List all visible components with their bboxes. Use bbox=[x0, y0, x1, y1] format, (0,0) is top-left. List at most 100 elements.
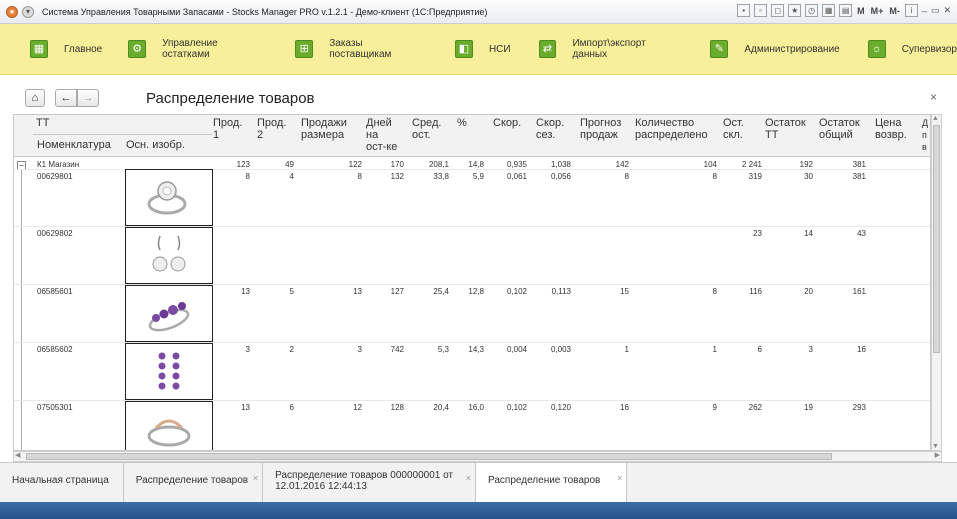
restore-icon[interactable]: ▭ bbox=[931, 5, 940, 16]
table-row-cell[interactable]: 20 bbox=[804, 287, 813, 296]
save-icon[interactable]: ▪ bbox=[737, 4, 751, 17]
product-image[interactable] bbox=[125, 285, 213, 342]
row-code-2[interactable]: 06585601 bbox=[37, 287, 73, 296]
group-row-cell[interactable]: 170 bbox=[391, 160, 404, 169]
table-row-cell[interactable]: 0,003 bbox=[551, 345, 571, 354]
col-nomenclature[interactable]: Номенклатура bbox=[37, 139, 111, 151]
menu-stock[interactable]: ⚙ Управление остатками bbox=[128, 24, 267, 75]
home-button[interactable]: ⌂ bbox=[25, 89, 45, 107]
calendar-icon[interactable]: ▦ bbox=[822, 4, 836, 17]
back-button[interactable]: ← bbox=[55, 89, 77, 107]
memory-plus-button[interactable]: M+ bbox=[870, 6, 885, 16]
col-store-stock[interactable]: Остаток ТТ bbox=[765, 117, 806, 141]
product-image[interactable] bbox=[125, 343, 213, 400]
info-icon[interactable]: i bbox=[904, 4, 918, 17]
preview-icon[interactable]: ◻ bbox=[771, 4, 785, 17]
col-speed-season[interactable]: Скор. сез. bbox=[536, 117, 564, 141]
tab-distribution-doc[interactable]: Распределение товаров 000000001 от 12.01… bbox=[263, 463, 477, 502]
table-row-cell[interactable]: 3 bbox=[246, 345, 250, 354]
table-row-cell[interactable]: 128 bbox=[391, 403, 404, 412]
row-code-0[interactable]: 00629801 bbox=[37, 172, 73, 181]
table-row-cell[interactable]: 127 bbox=[391, 287, 404, 296]
scroll-left-icon[interactable]: ◀ bbox=[15, 451, 20, 459]
table-row-cell[interactable]: 15 bbox=[620, 287, 629, 296]
group-row-cell[interactable]: 142 bbox=[616, 160, 629, 169]
table-row-cell[interactable]: 0,102 bbox=[507, 287, 527, 296]
history-icon[interactable]: ◷ bbox=[805, 4, 819, 17]
table-row-cell[interactable]: 5 bbox=[290, 287, 294, 296]
table-row-cell[interactable]: 9 bbox=[713, 403, 717, 412]
tab-start-page[interactable]: Начальная страница bbox=[0, 463, 124, 502]
table-row-cell[interactable]: 3 bbox=[358, 345, 362, 354]
table-row-cell[interactable]: 20,4 bbox=[433, 403, 449, 412]
table-row-cell[interactable]: 161 bbox=[853, 287, 866, 296]
col-sales-1[interactable]: Прод. 1 bbox=[213, 117, 242, 141]
memory-minus-button[interactable]: M- bbox=[888, 6, 901, 16]
close-tab-icon[interactable]: × bbox=[253, 473, 258, 484]
col-forecast[interactable]: Прогноз продаж bbox=[580, 117, 621, 141]
table-row-cell[interactable]: 0,004 bbox=[507, 345, 527, 354]
table-row-cell[interactable]: 8 bbox=[246, 172, 250, 181]
product-image[interactable] bbox=[125, 401, 213, 450]
col-group-header[interactable]: ТТ bbox=[36, 117, 49, 129]
table-row-cell[interactable]: 13 bbox=[241, 287, 250, 296]
product-image[interactable] bbox=[125, 227, 213, 284]
table-row-cell[interactable]: 293 bbox=[853, 403, 866, 412]
table-row-cell[interactable]: 1 bbox=[713, 345, 717, 354]
table-row-cell[interactable]: 5,3 bbox=[438, 345, 449, 354]
close-window-icon[interactable]: ✕ bbox=[943, 5, 951, 16]
table-row-cell[interactable]: 13 bbox=[353, 287, 362, 296]
table-row-cell[interactable]: 19 bbox=[804, 403, 813, 412]
table-row-cell[interactable]: 12 bbox=[353, 403, 362, 412]
scroll-right-icon[interactable]: ▶ bbox=[935, 451, 940, 459]
table-row-cell[interactable]: 14 bbox=[804, 229, 813, 238]
group-row-cell[interactable]: 192 bbox=[800, 160, 813, 169]
col-return-price[interactable]: Цена возвр. bbox=[875, 117, 907, 141]
menu-orders[interactable]: ⊞ Заказы поставщикам bbox=[295, 24, 427, 75]
group-row-label[interactable]: К1 Магазин bbox=[37, 160, 79, 169]
col-days-in-stock[interactable]: Дней на ост-ке bbox=[366, 117, 397, 153]
table-row-cell[interactable]: 742 bbox=[391, 345, 404, 354]
table-row-cell[interactable]: 6 bbox=[290, 403, 294, 412]
table-row-cell[interactable]: 0,061 bbox=[507, 172, 527, 181]
table-row-cell[interactable]: 132 bbox=[391, 172, 404, 181]
table-row-cell[interactable]: 1 bbox=[625, 345, 629, 354]
row-code-3[interactable]: 06585602 bbox=[37, 345, 73, 354]
group-row-cell[interactable]: 14,8 bbox=[468, 160, 484, 169]
table-row-cell[interactable]: 319 bbox=[749, 172, 762, 181]
distribution-table[interactable]: ТТ Номенклатура Осн. изобр. Прод. 1 Прод… bbox=[13, 114, 931, 451]
table-row-cell[interactable]: 381 bbox=[853, 172, 866, 181]
table-row-cell[interactable]: 16 bbox=[857, 345, 866, 354]
group-row-cell[interactable]: 2 241 bbox=[742, 160, 762, 169]
table-row-cell[interactable]: 43 bbox=[857, 229, 866, 238]
col-sales-2[interactable]: Прод. 2 bbox=[257, 117, 286, 141]
col-size-sales[interactable]: Продажи размера bbox=[301, 117, 347, 141]
group-row-cell[interactable]: 0,935 bbox=[507, 160, 527, 169]
forward-button[interactable]: → bbox=[77, 89, 99, 107]
scroll-up-icon[interactable]: ▲ bbox=[932, 115, 939, 122]
menu-nsi[interactable]: ◧ НСИ bbox=[454, 24, 511, 75]
table-row-cell[interactable]: 5,9 bbox=[473, 172, 484, 181]
col-speed[interactable]: Скор. bbox=[493, 117, 521, 129]
horizontal-scrollbar[interactable]: ◀ ▶ bbox=[13, 451, 942, 462]
col-image[interactable]: Осн. изобр. bbox=[126, 139, 185, 151]
col-percent[interactable]: % bbox=[457, 117, 467, 129]
menu-supervisor[interactable]: ☼ Супервизор bbox=[867, 24, 957, 75]
table-row-cell[interactable]: 16,0 bbox=[468, 403, 484, 412]
group-row-cell[interactable]: 122 bbox=[349, 160, 362, 169]
calculator-icon[interactable]: ▤ bbox=[839, 4, 853, 17]
close-tab-icon[interactable]: × bbox=[617, 473, 622, 484]
table-row-cell[interactable]: 8 bbox=[625, 172, 629, 181]
app-logo-icon[interactable]: ● bbox=[6, 5, 18, 18]
group-row-cell[interactable]: 1,038 bbox=[551, 160, 571, 169]
menu-import-export[interactable]: ⇄ Импорт\экспорт данных bbox=[538, 24, 683, 75]
scroll-thumb[interactable] bbox=[933, 125, 940, 353]
table-row-cell[interactable]: 262 bbox=[749, 403, 762, 412]
group-row-cell[interactable]: 123 bbox=[237, 160, 250, 169]
table-row-cell[interactable]: 33,8 bbox=[433, 172, 449, 181]
group-row-cell[interactable]: 381 bbox=[853, 160, 866, 169]
table-row-cell[interactable]: 8 bbox=[713, 172, 717, 181]
table-row-cell[interactable]: 0,056 bbox=[551, 172, 571, 181]
table-row-cell[interactable]: 16 bbox=[620, 403, 629, 412]
row-code-4[interactable]: 07505301 bbox=[37, 403, 73, 412]
